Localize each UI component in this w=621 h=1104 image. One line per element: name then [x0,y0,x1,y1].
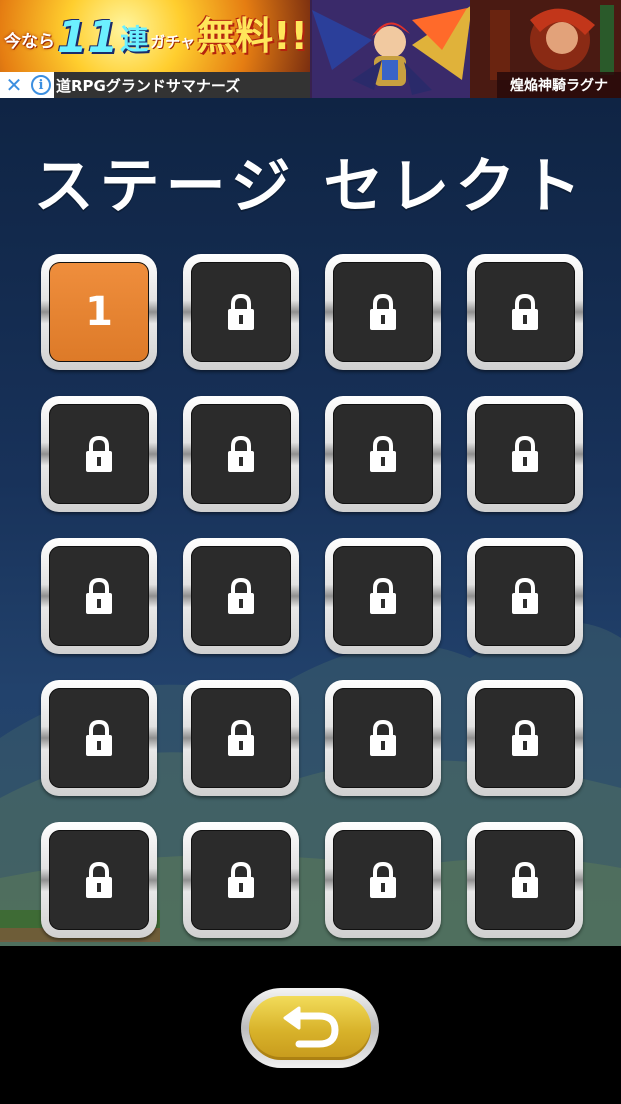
ad-info-button[interactable]: i [28,72,54,98]
stage-tile-face [475,688,575,788]
stage-tile-locked[interactable] [467,680,583,796]
ad-banner[interactable]: 今なら 11 連 ガチャ 無料!! ✕ i 道RPGグランドサマナーズ 煌焔神騎… [0,0,621,98]
stage-tile-face [191,546,291,646]
stage-tile-face [475,404,575,504]
stage-tile-locked[interactable] [325,254,441,370]
lock-icon [228,293,254,330]
stage-tile-face: 1 [49,262,149,362]
ad-attribution-bar: ✕ i 道RPGグランドサマナーズ [0,72,310,98]
stage-tile-locked[interactable] [183,396,299,512]
stage-tile-locked[interactable] [325,396,441,512]
stage-tile-face [333,546,433,646]
stage-tile-locked[interactable] [183,538,299,654]
ad-sponsor-text: 道RPGグランドサマナーズ [54,72,310,98]
ad-headline-free: 無料!! [197,14,308,58]
stage-tile-face [191,404,291,504]
lock-icon [228,861,254,898]
stage-tile-locked[interactable] [41,538,157,654]
stage-tile-face [191,262,291,362]
stage-tile-face [191,688,291,788]
stage-tile-locked[interactable] [467,822,583,938]
stage-tile-locked[interactable] [41,396,157,512]
lock-icon [370,577,396,614]
stage-tile-face [475,262,575,362]
ad-headline-gacha: ガチャ [150,33,196,51]
stage-tile-face [191,830,291,930]
stage-tile-face [333,830,433,930]
stage-select-screen: ステージ セレクト 1 [0,98,621,946]
lock-icon [86,577,112,614]
close-icon: ✕ [5,73,23,97]
lock-icon [86,719,112,756]
stage-tile-locked[interactable] [467,396,583,512]
back-button[interactable] [241,988,379,1068]
background-landscape [0,622,621,946]
back-button-face [249,996,371,1060]
stage-tile-locked[interactable] [325,822,441,938]
lock-icon [512,719,538,756]
ad-headline: 今なら 11 連 ガチャ 無料!! [4,10,308,70]
lock-icon [370,861,396,898]
return-arrow-icon [283,1006,339,1048]
stage-tile-locked[interactable] [41,822,157,938]
ad-character-name: 煌焔神騎ラグナ [497,72,621,98]
stage-tile-face [49,688,149,788]
stage-tile-face [333,688,433,788]
ad-headline-prefix: 今なら [4,32,55,52]
lock-icon [370,719,396,756]
stage-tile-locked[interactable] [325,680,441,796]
lock-icon [512,435,538,472]
stage-number: 1 [85,289,113,335]
bottom-bar [0,946,621,1104]
stage-tile-locked[interactable] [41,680,157,796]
lock-icon [370,435,396,472]
stage-tile-locked[interactable] [467,254,583,370]
stage-tile-locked[interactable] [325,538,441,654]
lock-icon [370,293,396,330]
stage-tile-face [333,262,433,362]
lock-icon [512,577,538,614]
lock-icon [228,577,254,614]
stage-tile-face [475,830,575,930]
stage-tile-locked[interactable] [183,822,299,938]
info-icon: i [31,75,51,95]
stage-tile-face [475,546,575,646]
stage-tile-face [49,830,149,930]
lock-icon [86,861,112,898]
lock-icon [228,719,254,756]
lock-icon [86,435,112,472]
stage-tile-face [49,546,149,646]
ad-headline-ren: 連 [120,23,149,56]
ad-headline-number: 11 [57,12,119,63]
stage-tile-locked[interactable] [467,538,583,654]
stage-tile-unlocked[interactable]: 1 [41,254,157,370]
ad-close-button[interactable]: ✕ [0,72,28,98]
stage-tile-face [49,404,149,504]
lock-icon [512,861,538,898]
page-title: ステージ セレクト [33,152,588,222]
ad-hero-illustration [312,0,472,98]
lock-icon [228,435,254,472]
lock-icon [512,293,538,330]
stage-tile-locked[interactable] [183,254,299,370]
stage-tile-face [333,404,433,504]
stage-tile-locked[interactable] [183,680,299,796]
